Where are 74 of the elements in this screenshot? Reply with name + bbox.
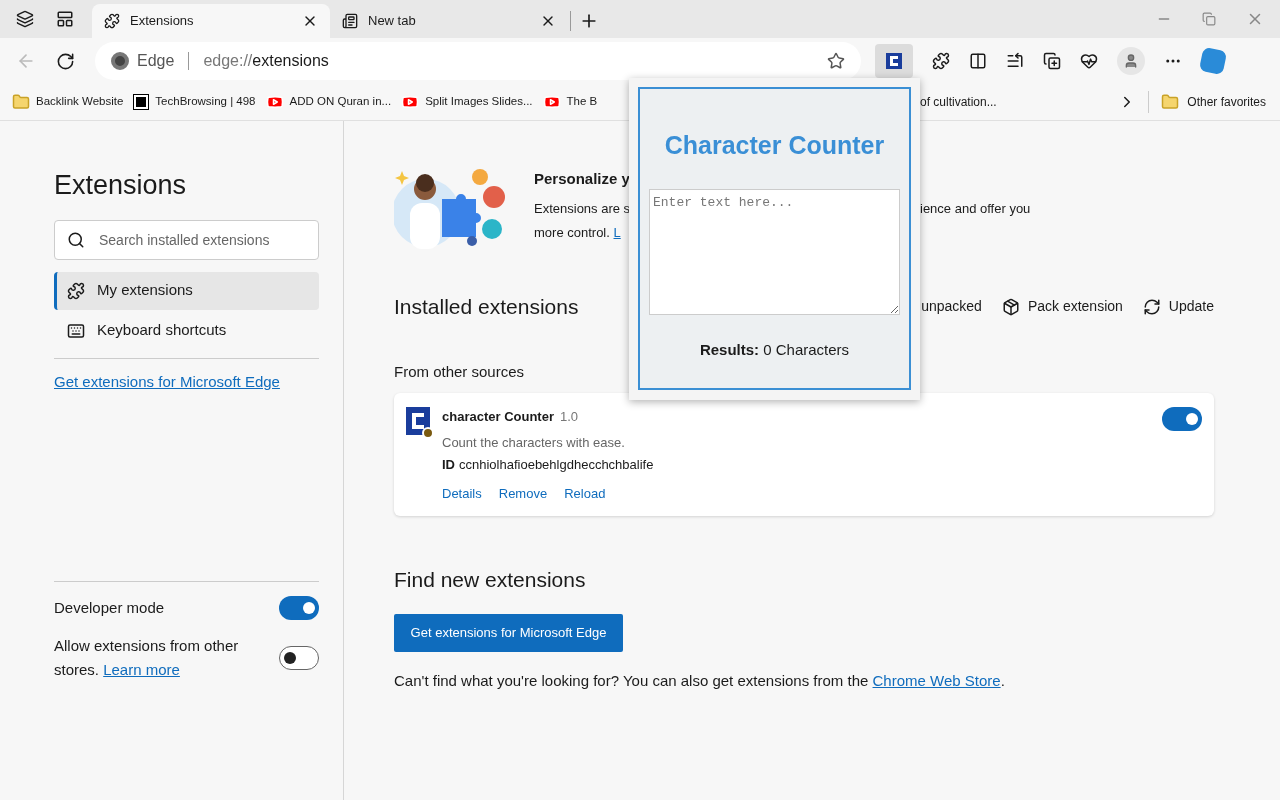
section-heading: Installed extensions — [394, 294, 579, 320]
extension-link[interactable]: Details — [442, 483, 482, 503]
video-icon — [542, 93, 561, 111]
learn-more-link[interactable]: L — [613, 225, 621, 240]
search-icon — [67, 230, 85, 249]
store-link[interactable]: Get extensions for Microsoft Edge — [54, 370, 319, 393]
keyboard-icon — [67, 321, 85, 340]
get-extensions-button[interactable]: Get extensions for Microsoft Edge — [394, 613, 623, 652]
hero-text: ience and offer you — [920, 200, 1031, 218]
collections-icon[interactable] — [1043, 52, 1061, 70]
video-icon — [265, 93, 284, 111]
popup-title: Character Counter — [664, 130, 885, 161]
bookmark-item[interactable]: The B — [542, 93, 598, 111]
bookmark-item[interactable]: Backlink Website — [12, 93, 124, 111]
id-label: ID — [442, 456, 455, 474]
split-screen-icon[interactable] — [969, 52, 987, 70]
page-icon — [342, 13, 358, 29]
toolbar-action[interactable]: unpacked — [921, 296, 982, 318]
hero-title: Personalize y — [534, 169, 631, 189]
url-text: edge://extensions — [203, 51, 329, 71]
toolbar-action[interactable]: Pack extension — [1001, 296, 1123, 318]
site-icon — [133, 94, 150, 110]
tab-actions-icon[interactable] — [56, 10, 74, 28]
toggle-switch[interactable] — [279, 646, 319, 670]
health-icon[interactable] — [1080, 52, 1098, 70]
video-icon — [401, 93, 420, 111]
browser-tab[interactable]: New tab — [330, 4, 568, 38]
toolbar-action[interactable]: Update — [1142, 296, 1214, 318]
nav-item[interactable]: My extensions — [54, 271, 319, 310]
puzzle-icon — [104, 13, 120, 29]
package-icon — [1001, 297, 1020, 316]
extension-description: Count the characters with ease. — [442, 433, 626, 452]
extension-version: 1.0 — [560, 408, 579, 426]
search-field[interactable]: Search installed extensions — [54, 219, 319, 260]
setting-label: Developer mode — [54, 597, 165, 618]
toggle-switch[interactable] — [1162, 407, 1202, 431]
refresh-icon — [1142, 297, 1161, 316]
nav-item[interactable]: Keyboard shortcuts — [54, 311, 319, 350]
help-text: Can't find what you're looking for? You can also get extensions from the Chrome Web Store. — [394, 670, 1006, 691]
puzzle-icon[interactable] — [932, 52, 950, 70]
section-heading: Find new extensions — [394, 567, 587, 593]
learn-more-link[interactable]: Learn more — [103, 661, 180, 678]
tab-title: New tab — [368, 12, 417, 31]
favorite-star-icon[interactable] — [827, 52, 845, 70]
extension-button[interactable] — [875, 44, 913, 78]
puzzle-icon — [67, 281, 85, 300]
favorites-icon[interactable] — [1006, 52, 1024, 70]
text-input-field[interactable]: Enter text here... — [649, 188, 900, 315]
setting-label: Allow extensions from other stores. Learn more — [54, 636, 240, 680]
folder-icon — [1161, 93, 1180, 111]
bookmark-item[interactable]: ADD ON Quran in... — [265, 93, 392, 111]
profile-avatar[interactable] — [1117, 47, 1145, 75]
reload-icon[interactable] — [56, 51, 75, 71]
browser-tab[interactable]: Extensions — [92, 4, 330, 38]
address-bar[interactable]: Edge edge://extensions — [95, 42, 861, 80]
bookmark-item[interactable]: TechBrowsing | 498 — [133, 93, 256, 111]
restore-icon[interactable] — [1202, 12, 1216, 26]
extension-logo-icon — [406, 407, 430, 435]
results-text: Results: 0 Characters — [699, 339, 850, 360]
group-heading: From other sources — [394, 361, 526, 382]
extension-id: ccnhiolhafioebehlgdhecchchbalife — [459, 456, 654, 474]
bookmark-item[interactable]: of cultivation... — [920, 93, 997, 111]
page-title: Extensions — [54, 169, 188, 202]
tab-title: Extensions — [130, 12, 195, 31]
toggle-switch[interactable] — [279, 596, 319, 620]
hero-text: Extensions are s — [534, 201, 631, 216]
extension-link[interactable]: Remove — [498, 483, 548, 503]
site-label: Edge — [137, 51, 175, 71]
bookmark-item[interactable]: Split Images Slides... — [401, 93, 533, 111]
extension-name: character Counter — [442, 408, 554, 426]
folder-icon — [12, 93, 30, 111]
chrome-store-link[interactable]: Chrome Web Store — [872, 671, 1001, 689]
bookmark-item[interactable]: Other favorites — [1161, 93, 1266, 111]
extension-link[interactable]: Reload — [564, 483, 606, 503]
